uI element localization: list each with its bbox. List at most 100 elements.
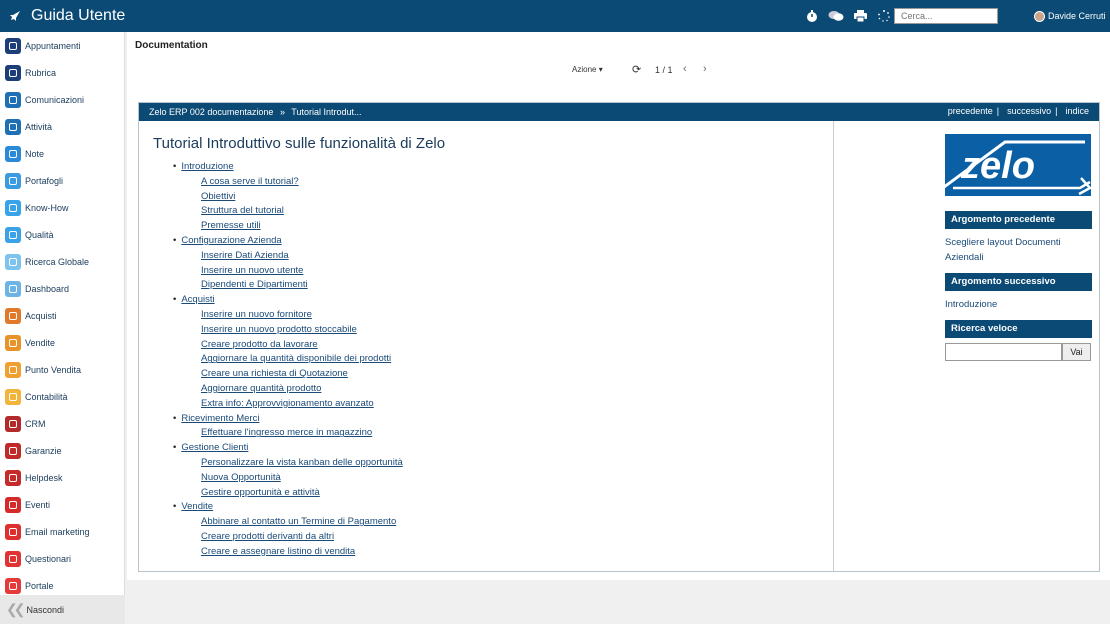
toc-subsection-link[interactable]: Aggiornare quantità prodotto bbox=[201, 383, 321, 394]
sidebar-item[interactable]: Attività bbox=[0, 113, 124, 140]
sidebar-item[interactable]: Vendite bbox=[0, 329, 124, 356]
toc-subsection-link[interactable]: Obiettivi bbox=[201, 191, 235, 202]
toc-subsection-link[interactable]: Creare prodotti derivanti da altri bbox=[201, 531, 334, 542]
toc-subsection: Dipendenti e Dipartimenti bbox=[201, 278, 819, 293]
toc-subsection-link[interactable]: Nuova Opportunità bbox=[201, 472, 281, 483]
sidebar-item[interactable]: Eventi bbox=[0, 491, 124, 518]
toc-subsection-link[interactable]: Dipendenti e Dipartimenti bbox=[201, 279, 308, 290]
user-name: Davide Cerruti bbox=[1048, 11, 1106, 21]
module-glyph-icon bbox=[9, 68, 17, 77]
module-icon bbox=[5, 64, 21, 81]
toc-subsection-link[interactable]: Creare prodotto da lavorare bbox=[201, 339, 318, 350]
sidebar-item-label: Rubrica bbox=[25, 67, 57, 78]
toc-subsection-link[interactable]: Inserire un nuovo utente bbox=[201, 265, 303, 276]
sidebar-item[interactable]: Questionari bbox=[0, 545, 124, 572]
hide-sidebar-label: Nascondi bbox=[26, 604, 64, 615]
toc-subsection-link[interactable]: Effettuare l'ingresso merce in magazzino bbox=[201, 427, 372, 438]
toc-section-link[interactable]: Introduzione bbox=[181, 161, 233, 172]
sidebar-item[interactable]: Punto Vendita bbox=[0, 356, 124, 383]
toc-section: Configurazione Azienda Inserire Dati Azie… bbox=[173, 234, 819, 293]
toc-subsection: Extra info: Approvvigionamento avanzato bbox=[201, 397, 819, 412]
quick-search-button[interactable]: Vai bbox=[1062, 343, 1091, 361]
toc-subsection: Personalizzare la vista kanban delle opp… bbox=[201, 456, 819, 471]
toc-subsection-link[interactable]: Premesse utili bbox=[201, 220, 261, 231]
toc-subsection-link[interactable]: Aggiornare la quantità disponibile dei p… bbox=[201, 353, 391, 364]
user-menu[interactable]: Davide Cerruti bbox=[1034, 0, 1106, 32]
breadcrumb-current[interactable]: Tutorial Introdut... bbox=[291, 107, 361, 117]
sidebar-item[interactable]: Garanzie bbox=[0, 437, 124, 464]
prev-topic-link[interactable]: Scegliere layout Documenti Aziendali bbox=[945, 229, 1092, 273]
sidebar-item[interactable]: Note bbox=[0, 140, 124, 167]
refresh-icon[interactable]: ⟳ bbox=[632, 63, 641, 76]
sidebar-item[interactable]: Rubrica bbox=[0, 59, 124, 86]
toc-subsection: Creare prodotti derivanti da altri bbox=[201, 530, 819, 545]
sidebar-item[interactable]: Know-How bbox=[0, 194, 124, 221]
chevron-left-icon[interactable]: ‹ bbox=[683, 63, 687, 75]
print-icon[interactable] bbox=[848, 0, 872, 32]
sidebar-item[interactable]: Portafogli bbox=[0, 167, 124, 194]
search-input[interactable] bbox=[894, 8, 998, 24]
toc-subsection: Inserire un nuovo utente bbox=[201, 264, 819, 279]
sidebar-item[interactable]: Acquisti bbox=[0, 302, 124, 329]
toc-subsection-link[interactable]: Inserire un nuovo prodotto stoccabile bbox=[201, 324, 357, 335]
sidebar-item-label: Garanzie bbox=[25, 445, 62, 456]
prev-link[interactable]: precedente bbox=[948, 106, 993, 116]
toc-section-link[interactable]: Gestione Clienti bbox=[181, 442, 248, 453]
sidebar-item[interactable]: Comunicazioni bbox=[0, 86, 124, 113]
doc-content: Tutorial Introduttivo sulle funzionalità… bbox=[139, 121, 834, 571]
prev-topic-header: Argomento precedente bbox=[945, 211, 1092, 229]
separator: | bbox=[996, 106, 1000, 116]
toc-section-link[interactable]: Configurazione Azienda bbox=[181, 235, 281, 246]
module-icon bbox=[5, 361, 21, 378]
toc-subsection-list: Abbinare al contatto un Termine di Pagam… bbox=[173, 515, 819, 559]
rocket-icon[interactable] bbox=[0, 0, 30, 32]
chevron-right-icon[interactable]: › bbox=[703, 63, 707, 75]
module-glyph-icon bbox=[9, 95, 17, 104]
toc-subsection-link[interactable]: A cosa serve il tutorial? bbox=[201, 176, 299, 187]
quick-search-input[interactable] bbox=[945, 343, 1062, 361]
toc-subsection-link[interactable]: Inserire un nuovo fornitore bbox=[201, 309, 312, 320]
toc-section-link[interactable]: Acquisti bbox=[181, 294, 214, 305]
toc-subsection-link[interactable]: Creare e assegnare listino di vendita bbox=[201, 546, 355, 557]
toc-subsection-link[interactable]: Abbinare al contatto un Termine di Pagam… bbox=[201, 516, 396, 527]
module-icon bbox=[5, 199, 21, 216]
toc-subsection-link[interactable]: Struttura del tutorial bbox=[201, 205, 284, 216]
module-icon bbox=[5, 307, 21, 324]
hide-sidebar-button[interactable]: ❮❮ Nascondi bbox=[0, 595, 125, 624]
module-glyph-icon bbox=[9, 554, 17, 563]
azione-dropdown[interactable]: Azione ▾ bbox=[572, 65, 603, 74]
toc-subsection-link[interactable]: Inserire Dati Azienda bbox=[201, 250, 289, 261]
next-topic-link[interactable]: Introduzione bbox=[945, 291, 1092, 320]
next-link[interactable]: successivo bbox=[1007, 106, 1051, 116]
sidebar-item[interactable]: Ricerca Globale bbox=[0, 248, 124, 275]
module-icon bbox=[5, 469, 21, 486]
toc-subsection-list: Inserire Dati Azienda Inserire un nuovo u… bbox=[173, 249, 819, 293]
sidebar-item-label: Questionari bbox=[25, 553, 72, 564]
toc-section-link[interactable]: Vendite bbox=[181, 501, 213, 512]
sidebar-item[interactable]: Appuntamenti bbox=[0, 32, 124, 59]
module-icon bbox=[5, 415, 21, 432]
sidebar-item[interactable]: Qualità bbox=[0, 221, 124, 248]
toc-section-link[interactable]: Ricevimento Merci bbox=[181, 413, 259, 424]
timer-icon[interactable] bbox=[800, 0, 824, 32]
toc-subsection-link[interactable]: Personalizzare la vista kanban delle opp… bbox=[201, 457, 403, 468]
module-glyph-icon bbox=[9, 41, 17, 50]
breadcrumb-root[interactable]: Zelo ERP 002 documentazione bbox=[149, 107, 273, 117]
module-icon bbox=[5, 442, 21, 459]
toc-subsection-list: Inserire un nuovo fornitore Inserire un n… bbox=[173, 308, 819, 412]
sidebar-item[interactable]: Contabilità bbox=[0, 383, 124, 410]
quick-search-header: Ricerca veloce bbox=[945, 320, 1092, 338]
sidebar-item[interactable]: Dashboard bbox=[0, 275, 124, 302]
module-icon bbox=[5, 577, 21, 594]
sidebar-item[interactable]: Helpdesk bbox=[0, 464, 124, 491]
sidebar-item[interactable]: Email marketing bbox=[0, 518, 124, 545]
pager-value: 1 / 1 bbox=[655, 65, 673, 75]
chat-icon[interactable] bbox=[824, 0, 848, 32]
toc-subsection-link[interactable]: Gestire opportunità e attività bbox=[201, 487, 320, 498]
sidebar-item[interactable]: CRM bbox=[0, 410, 124, 437]
module-icon bbox=[5, 334, 21, 351]
module-glyph-icon bbox=[9, 392, 17, 401]
toc-subsection-link[interactable]: Extra info: Approvvigionamento avanzato bbox=[201, 398, 374, 409]
index-link[interactable]: indice bbox=[1065, 106, 1089, 116]
toc-subsection-link[interactable]: Creare una richiesta di Quotazione bbox=[201, 368, 348, 379]
